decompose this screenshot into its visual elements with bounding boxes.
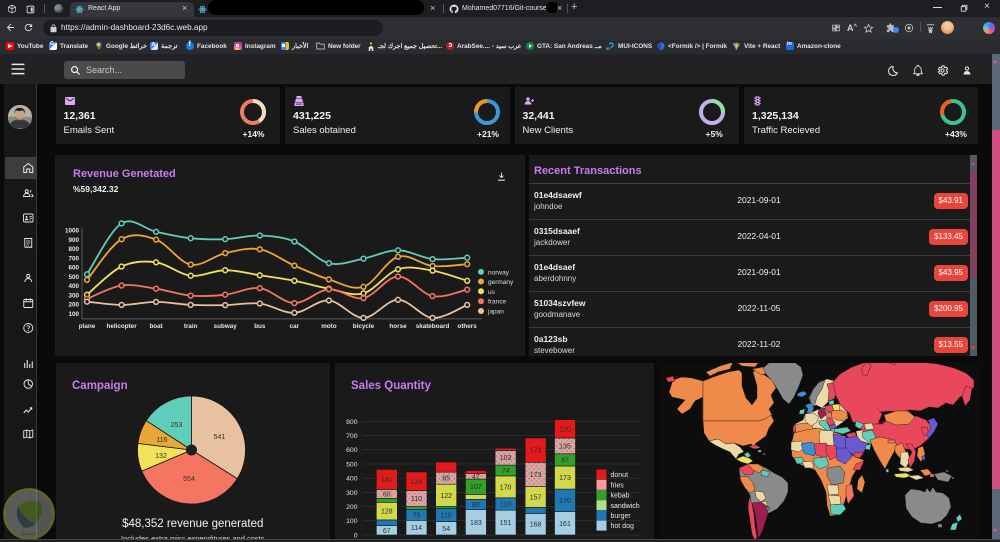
svg-text:157: 157 xyxy=(529,495,541,502)
svg-text:168: 168 xyxy=(529,522,541,529)
svg-text:donut: donut xyxy=(610,472,628,479)
svg-text:541: 541 xyxy=(214,434,226,441)
svg-text:600: 600 xyxy=(346,447,358,454)
svg-text:moto: moto xyxy=(321,323,337,330)
svg-text:1000: 1000 xyxy=(65,228,80,235)
svg-text:700: 700 xyxy=(346,433,358,440)
svg-text:600: 600 xyxy=(68,265,79,272)
svg-text:helicopter: helicopter xyxy=(107,323,138,330)
svg-text:boat: boat xyxy=(149,323,163,330)
svg-text:800: 800 xyxy=(346,419,358,426)
svg-text:burger: burger xyxy=(610,513,631,520)
svg-text:173: 173 xyxy=(529,448,541,455)
svg-text:900: 900 xyxy=(68,237,79,244)
svg-text:67: 67 xyxy=(382,528,390,535)
svg-text:train: train xyxy=(184,323,198,330)
svg-text:128: 128 xyxy=(380,509,392,516)
svg-text:47: 47 xyxy=(472,474,480,481)
svg-text:122: 122 xyxy=(440,493,452,500)
svg-text:85: 85 xyxy=(442,476,450,483)
svg-text:103: 103 xyxy=(499,455,511,462)
svg-text:87: 87 xyxy=(561,457,569,464)
svg-text:400: 400 xyxy=(346,476,358,483)
svg-text:skateboard: skateboard xyxy=(416,323,450,330)
svg-text:170: 170 xyxy=(559,498,571,505)
svg-text:253: 253 xyxy=(171,422,183,429)
svg-text:700: 700 xyxy=(68,255,79,262)
svg-text:116: 116 xyxy=(156,437,167,444)
svg-text:80: 80 xyxy=(472,502,480,509)
svg-text:75: 75 xyxy=(412,512,420,519)
svg-text:subway: subway xyxy=(214,323,238,330)
svg-text:110: 110 xyxy=(500,502,511,509)
svg-text:141: 141 xyxy=(380,477,392,484)
svg-text:173: 173 xyxy=(529,472,541,479)
svg-text:fries: fries xyxy=(610,482,624,489)
svg-text:173: 173 xyxy=(559,475,571,482)
svg-text:114: 114 xyxy=(410,525,421,532)
svg-text:france: france xyxy=(488,299,506,306)
svg-text:200: 200 xyxy=(68,302,79,309)
svg-text:134: 134 xyxy=(410,479,422,486)
svg-text:120: 120 xyxy=(559,426,571,433)
svg-text:107: 107 xyxy=(470,484,482,491)
svg-text:200: 200 xyxy=(346,504,358,511)
svg-text:sandwich: sandwich xyxy=(610,503,639,510)
svg-text:74: 74 xyxy=(501,468,509,475)
svg-text:132: 132 xyxy=(155,453,167,460)
svg-text:حمــل: حمــل xyxy=(20,529,37,537)
svg-text:100: 100 xyxy=(68,311,79,318)
svg-text:300: 300 xyxy=(68,292,79,299)
svg-text:horse: horse xyxy=(389,323,407,330)
svg-text:500: 500 xyxy=(346,461,358,468)
svg-text:bus: bus xyxy=(254,323,266,330)
svg-text:others: others xyxy=(457,323,477,330)
svg-text:151: 151 xyxy=(499,520,511,527)
svg-text:us: us xyxy=(488,289,496,296)
svg-text:183: 183 xyxy=(470,520,482,527)
svg-text:japan: japan xyxy=(487,309,504,316)
svg-text:110: 110 xyxy=(410,496,421,503)
svg-text:60: 60 xyxy=(382,491,390,498)
svg-text:135: 135 xyxy=(559,443,571,450)
svg-text:400: 400 xyxy=(68,283,79,290)
svg-text:plane: plane xyxy=(79,323,96,330)
svg-text:54: 54 xyxy=(442,526,450,533)
svg-text:300: 300 xyxy=(346,490,358,497)
svg-text:170: 170 xyxy=(499,484,511,491)
svg-text:norway: norway xyxy=(488,269,510,276)
svg-text:554: 554 xyxy=(183,476,195,483)
svg-text:bicycle: bicycle xyxy=(353,323,375,330)
svg-text:car: car xyxy=(290,323,300,330)
svg-text:hot dog: hot dog xyxy=(610,523,633,530)
svg-text:germany: germany xyxy=(488,279,514,286)
svg-text:500: 500 xyxy=(68,274,79,281)
svg-text:800: 800 xyxy=(68,246,79,253)
svg-text:161: 161 xyxy=(559,521,571,528)
svg-text:110: 110 xyxy=(440,513,451,520)
svg-text:kebab: kebab xyxy=(610,493,629,500)
svg-text:100: 100 xyxy=(346,518,358,525)
